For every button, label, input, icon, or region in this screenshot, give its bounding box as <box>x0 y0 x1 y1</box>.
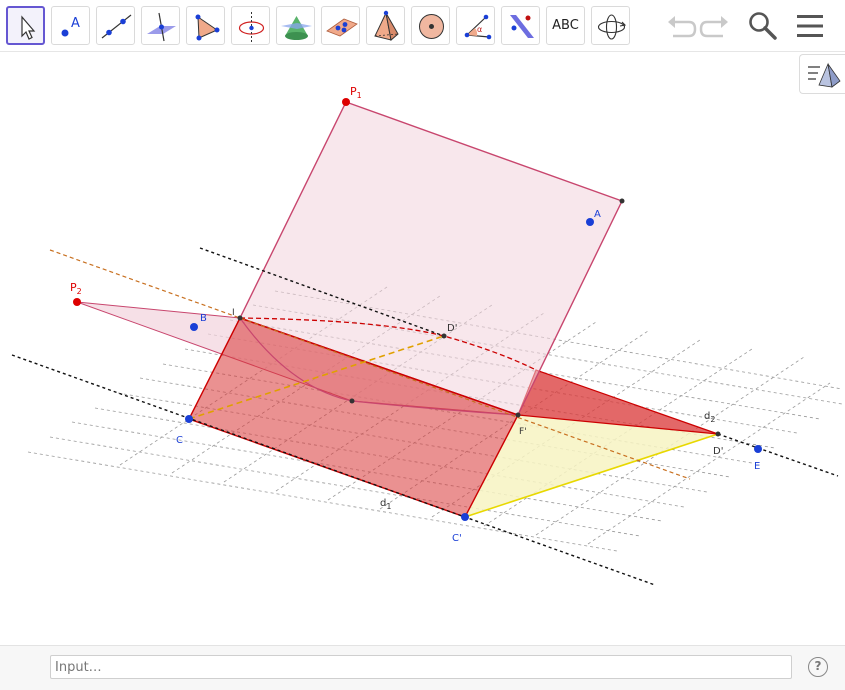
tool-angle[interactable]: α <box>456 6 495 45</box>
point-a[interactable] <box>586 218 594 226</box>
svg-text:α: α <box>477 25 482 34</box>
svg-text:A: A <box>71 16 80 31</box>
point-e[interactable] <box>754 445 762 453</box>
label-e: E <box>754 461 760 472</box>
search-icon[interactable] <box>745 8 781 44</box>
toolbar: A α ABC <box>0 0 845 52</box>
line-d2-extension <box>717 433 839 477</box>
label-i: I <box>232 308 235 318</box>
polygon-icon <box>195 14 220 41</box>
label-p1: P1 <box>350 85 362 100</box>
point-icon: A <box>61 16 80 37</box>
line-icon <box>101 14 132 39</box>
sphere-icon <box>419 14 444 39</box>
label-d-prime-upper: D' <box>447 323 457 334</box>
rotate-view-icon <box>597 14 627 40</box>
label-p2: P2 <box>70 281 82 296</box>
tool-circle-with-axis[interactable] <box>231 6 270 45</box>
tool-pyramid[interactable] <box>366 6 405 45</box>
tool-text[interactable]: ABC <box>546 6 585 45</box>
graphics-3d-view[interactable]: P1 P2 A B C C' E D' D' I F' d1 d2 <box>0 52 845 645</box>
help-button[interactable]: ? <box>808 657 828 677</box>
tool-point[interactable]: A <box>51 6 90 45</box>
redo-icon[interactable] <box>698 8 734 44</box>
tool-sphere[interactable] <box>411 6 450 45</box>
intersect-surfaces-icon <box>281 16 312 40</box>
label-a: A <box>594 209 601 220</box>
label-c: C <box>176 435 183 446</box>
point-b[interactable] <box>190 323 198 331</box>
point-p1[interactable] <box>342 98 350 106</box>
label-d2: d2 <box>704 411 715 424</box>
tool-intersect-surfaces[interactable] <box>276 6 315 45</box>
vertex-point[interactable] <box>619 198 625 204</box>
point-p2[interactable] <box>73 298 81 306</box>
pyramid-icon <box>374 10 399 41</box>
tool-perpendicular-line[interactable] <box>141 6 180 45</box>
tool-plane-through-points[interactable] <box>321 6 360 45</box>
hamburger-menu-icon[interactable] <box>792 8 828 44</box>
label-d1: d1 <box>380 498 391 511</box>
point-d-prime-upper[interactable] <box>441 333 447 339</box>
tool-line[interactable] <box>96 6 135 45</box>
text-icon: ABC <box>552 18 579 33</box>
label-d-prime-lower: D' <box>713 446 723 457</box>
label-b: B <box>200 313 207 324</box>
point-d-prime-lower[interactable] <box>715 431 721 437</box>
tool-reflect-about-plane[interactable] <box>501 6 540 45</box>
undo-icon[interactable] <box>662 8 698 44</box>
tool-move[interactable] <box>6 6 45 45</box>
tool-polygon[interactable] <box>186 6 225 45</box>
move-arrow-icon <box>21 15 36 40</box>
label-f: F' <box>519 427 527 437</box>
point-f[interactable] <box>515 412 521 418</box>
point-c[interactable] <box>185 415 193 423</box>
tool-rotate-view[interactable] <box>591 6 630 45</box>
input-bar: ? <box>0 645 845 690</box>
reflect-plane-icon <box>510 15 534 38</box>
perpendicular-line-icon <box>147 12 176 42</box>
circle-axis-icon <box>238 12 265 42</box>
point-h[interactable] <box>349 398 355 404</box>
input-field[interactable] <box>50 655 792 679</box>
plane-points-icon <box>326 18 358 37</box>
point-c-prime[interactable] <box>461 513 469 521</box>
point-i[interactable] <box>237 315 243 321</box>
angle-icon: α <box>464 14 492 40</box>
label-c-prime: C' <box>452 533 462 544</box>
